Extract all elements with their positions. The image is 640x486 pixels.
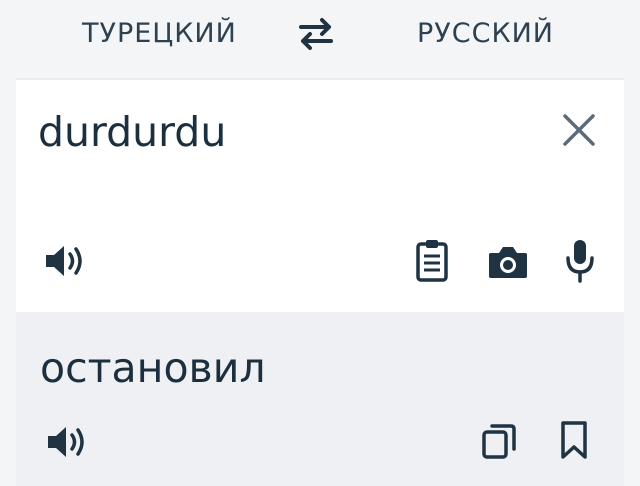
source-input-panel[interactable]: durdurdu	[16, 80, 624, 312]
close-icon[interactable]	[561, 112, 597, 148]
speaker-icon[interactable]	[46, 424, 88, 460]
language-bar: ТУРЕЦКИЙ РУССКИЙ	[0, 0, 640, 78]
translated-text: остановил	[40, 344, 266, 392]
clipboard-icon[interactable]	[415, 238, 449, 282]
swap-arrows-icon[interactable]	[297, 17, 335, 51]
microphone-icon[interactable]	[564, 238, 596, 284]
target-language-button[interactable]: РУССКИЙ	[417, 18, 554, 49]
source-text-input[interactable]: durdurdu	[38, 108, 226, 156]
copy-icon[interactable]	[481, 422, 517, 460]
speaker-icon[interactable]	[44, 243, 84, 279]
bookmark-icon[interactable]	[560, 420, 588, 460]
source-language-button[interactable]: ТУРЕЦКИЙ	[82, 18, 237, 49]
translation-output-panel: остановил	[16, 312, 624, 486]
camera-icon[interactable]	[488, 244, 528, 280]
